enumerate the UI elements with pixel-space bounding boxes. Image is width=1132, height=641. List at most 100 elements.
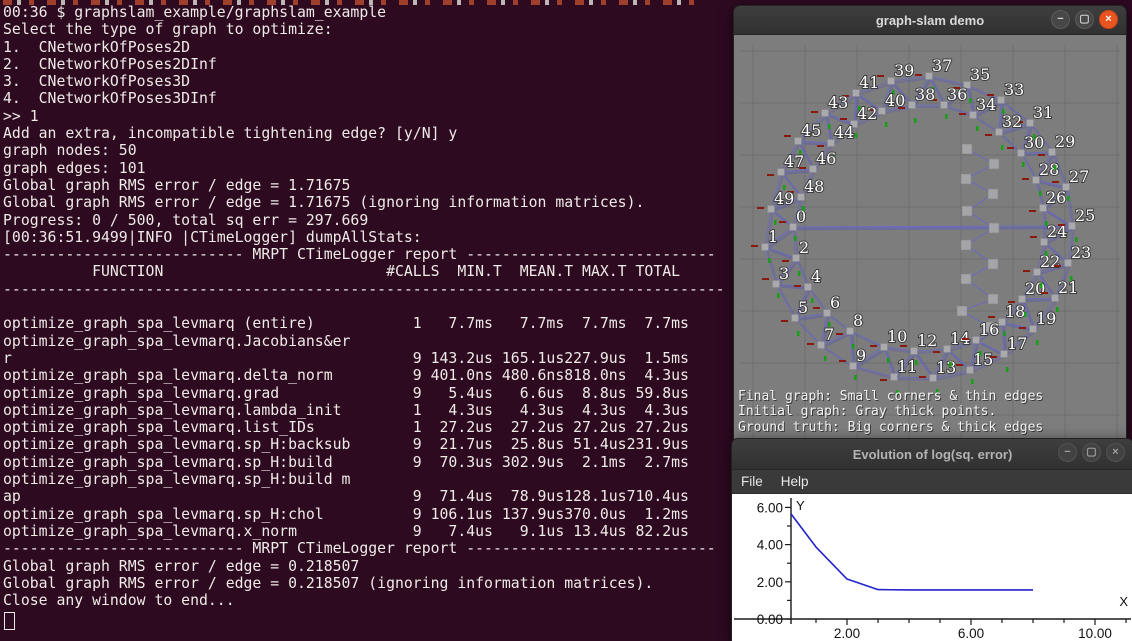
graph-node-label: 0 xyxy=(796,207,806,226)
x-tick-label: 6.00 xyxy=(958,626,984,641)
gt-corner-y-axis xyxy=(797,331,800,336)
graph-edge xyxy=(850,331,884,347)
graph-node-label: 20 xyxy=(1025,279,1045,298)
gt-corner-y-axis xyxy=(1001,145,1004,150)
gt-corner-x-axis xyxy=(1038,154,1045,156)
initial-graph-point xyxy=(988,189,998,199)
graph-node-label: 19 xyxy=(1036,309,1056,328)
gt-corner-y-axis xyxy=(854,375,857,380)
gt-corner-y-axis xyxy=(794,236,797,241)
minimize-button[interactable]: − xyxy=(1051,10,1070,29)
gt-corner-x-axis xyxy=(781,320,788,322)
gt-corner-y-axis xyxy=(1045,221,1048,226)
x-tick-label: 10.00 xyxy=(1078,626,1112,641)
minimize-button[interactable]: − xyxy=(1058,443,1077,462)
gt-corner-x-axis xyxy=(956,364,963,366)
initial-graph-point xyxy=(962,206,972,216)
graph-node-label: 44 xyxy=(834,123,854,142)
y-tick-label: 6.00 xyxy=(757,500,783,515)
initial-graph-point xyxy=(988,294,998,304)
gt-corner-x-axis xyxy=(985,134,992,136)
initial-graph-point xyxy=(962,144,972,154)
graph-node-label: 15 xyxy=(973,350,993,369)
graph-node-label: 45 xyxy=(801,121,821,140)
plot-render: 0.002.004.006.002.006.0010.00YX xyxy=(732,494,1132,641)
graph-node-label: 31 xyxy=(1033,103,1053,122)
graph-node-label: 35 xyxy=(970,65,990,84)
graph-node-label: 37 xyxy=(932,56,952,75)
gt-corner-x-axis xyxy=(880,379,887,381)
gt-corner-y-axis xyxy=(1054,165,1057,170)
graph-node-label: 13 xyxy=(936,358,956,377)
gt-corner-x-axis xyxy=(1052,181,1059,183)
plot-window-title: Evolution of log(sq. error) xyxy=(853,447,1013,462)
gt-corner-x-axis xyxy=(1023,270,1030,272)
graph-node-label: 17 xyxy=(1007,334,1027,353)
graph-3d-viewport[interactable]: 0123456789101112131415161718192021222324… xyxy=(734,35,1126,439)
gt-corner-y-axis xyxy=(1006,367,1009,372)
graph-node-label: 32 xyxy=(1002,112,1022,131)
error-evolution-line xyxy=(791,514,1033,590)
gt-corner-y-axis xyxy=(811,298,814,303)
graph-edge xyxy=(853,366,894,377)
initial-graph-point xyxy=(961,174,971,184)
graph-node-label: 26 xyxy=(1046,188,1066,207)
gt-corner-y-axis xyxy=(885,122,888,127)
gt-corner-x-axis xyxy=(1008,301,1015,303)
graph-edge xyxy=(894,377,933,378)
initial-graph-point xyxy=(989,159,999,169)
gt-corner-x-axis xyxy=(751,245,758,247)
maximize-button[interactable]: ▢ xyxy=(1082,443,1101,462)
graph-node-label: 10 xyxy=(887,327,907,346)
gt-corner-x-axis xyxy=(915,74,922,76)
gt-corner-x-axis xyxy=(779,221,786,223)
gt-corner-x-axis xyxy=(757,207,764,209)
plot-window-titlebar[interactable]: Evolution of log(sq. error) − ▢ × xyxy=(732,439,1132,470)
graph-window-titlebar[interactable]: graph-slam demo − ▢ × xyxy=(734,6,1126,35)
legend-final-graph: Final graph: Small corners & thin edges xyxy=(738,389,1043,404)
graph-edge xyxy=(855,368,896,379)
initial-graph-point xyxy=(957,306,967,316)
graph-edge xyxy=(896,379,935,380)
gt-corner-x-axis xyxy=(919,376,926,378)
graph-node-label: 43 xyxy=(828,93,848,112)
gt-corner-y-axis xyxy=(949,362,952,367)
plot-area[interactable]: 0.002.004.006.002.006.0010.00YX xyxy=(732,494,1132,641)
gt-corner-y-axis xyxy=(768,258,771,263)
error-plot-window: Evolution of log(sq. error) − ▢ × File H… xyxy=(731,438,1132,641)
gt-corner-x-axis xyxy=(817,145,824,147)
initial-graph-point xyxy=(988,259,998,269)
graph-node-label: 11 xyxy=(897,357,917,376)
menu-file[interactable]: File xyxy=(732,474,772,489)
gt-corner-y-axis xyxy=(1036,340,1039,345)
gt-corner-x-axis xyxy=(1022,178,1029,180)
gt-corner-y-axis xyxy=(1067,196,1070,201)
gt-corner-y-axis xyxy=(802,206,805,211)
initial-graph-point xyxy=(961,274,971,284)
gt-corner-x-axis xyxy=(839,360,846,362)
y-tick-label: 4.00 xyxy=(757,538,783,553)
gt-corner-y-axis xyxy=(969,98,972,103)
graph-node-label: 2 xyxy=(799,238,809,257)
gt-corner-y-axis xyxy=(1033,134,1036,139)
graph-node-label: 3 xyxy=(779,264,789,283)
close-button[interactable]: × xyxy=(1099,10,1118,29)
gt-corner-y-axis xyxy=(1024,312,1027,317)
gt-corner-x-axis xyxy=(1029,210,1036,212)
close-button[interactable]: × xyxy=(1106,443,1125,462)
gt-corner-y-axis xyxy=(1003,331,1006,336)
gt-corner-x-axis xyxy=(840,118,847,120)
gt-corner-x-axis xyxy=(762,278,769,280)
graph-node-label: 8 xyxy=(853,311,863,330)
gt-corner-x-axis xyxy=(988,316,995,318)
desktop: 00:36 $ graphslam_example/graphslam_exam… xyxy=(0,0,1132,641)
graph-edge xyxy=(1021,152,1052,153)
gt-corner-x-axis xyxy=(870,345,877,347)
menu-help[interactable]: Help xyxy=(772,474,818,489)
graph-window-title: graph-slam demo xyxy=(876,13,984,28)
gt-corner-x-axis xyxy=(959,113,966,115)
y-tick-label: 0.00 xyxy=(757,612,783,627)
gt-corner-y-axis xyxy=(774,220,777,225)
maximize-button[interactable]: ▢ xyxy=(1075,10,1094,29)
gt-corner-y-axis xyxy=(945,114,948,119)
